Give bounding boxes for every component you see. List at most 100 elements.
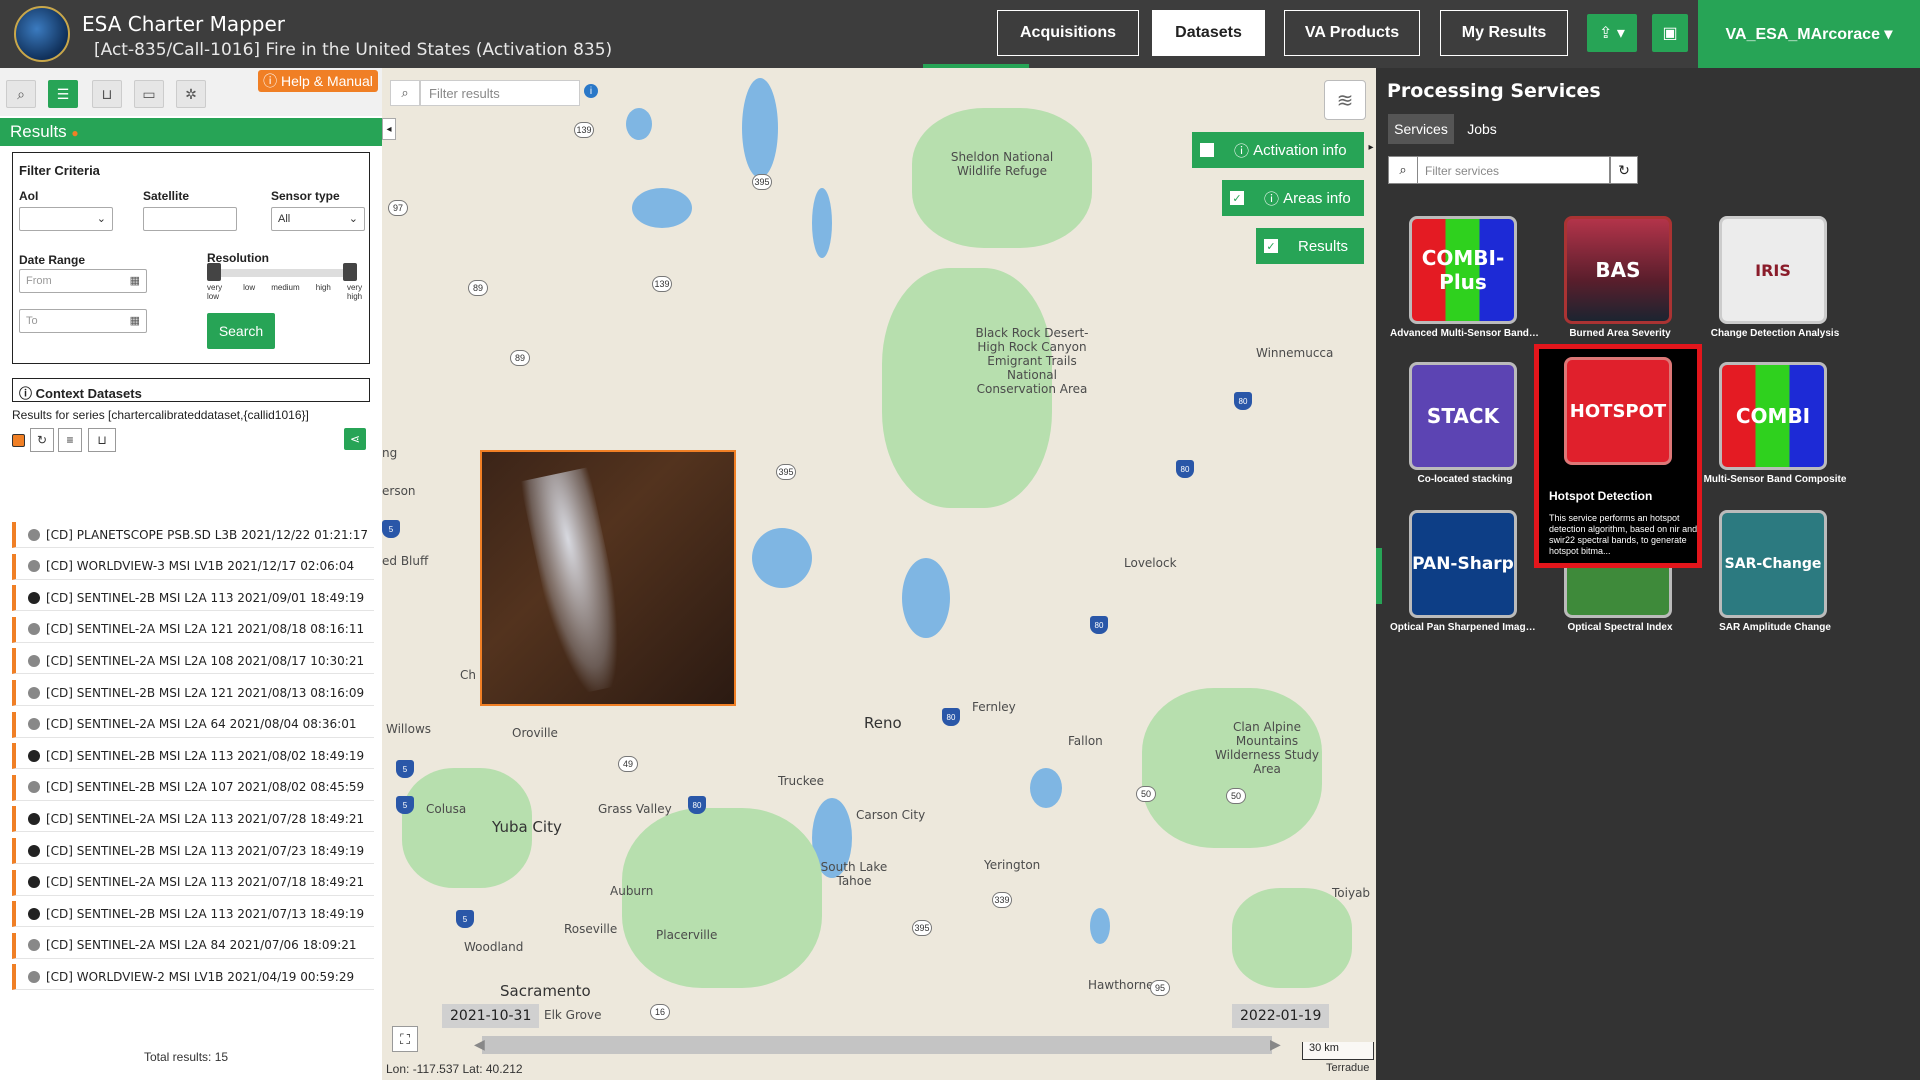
list-view-icon[interactable]: ≡ (58, 428, 82, 452)
activation-info-button[interactable]: ⓘ Activation info (1222, 132, 1364, 168)
tab-services[interactable]: Services (1388, 114, 1454, 144)
results-layer-button[interactable]: Results (1286, 228, 1364, 264)
lake (902, 558, 950, 638)
list-item[interactable]: [CD] SENTINEL-2B MSI L2A 113 2021/07/23 … (12, 838, 374, 864)
list-item[interactable]: [CD] SENTINEL-2A MSI L2A 113 2021/07/18 … (12, 869, 374, 896)
timeline-left-handle[interactable]: ◀ (474, 1036, 485, 1053)
refresh-icon[interactable]: ↻ (1610, 156, 1638, 184)
list-item[interactable]: [CD] SENTINEL-2A MSI L2A 64 2021/08/04 0… (12, 711, 374, 738)
nav-acquisitions[interactable]: Acquisitions (997, 10, 1139, 56)
nav-datasets[interactable]: Datasets (1152, 10, 1265, 56)
service-hotspot-popup[interactable]: HOTSPOT Hotspot Detection This service p… (1534, 344, 1702, 568)
layers-icon[interactable]: ≋ (1324, 80, 1366, 120)
service-sar-change[interactable]: SAR-Change SAR Amplitude Change (1700, 510, 1850, 650)
briefcase-icon[interactable]: ▣ (1652, 14, 1688, 52)
list-item[interactable]: [CD] SENTINEL-2B MSI L2A 121 2021/08/13 … (12, 680, 374, 706)
select-all-checkbox[interactable] (12, 434, 25, 447)
map-label: Carson City (856, 808, 926, 822)
service-bas[interactable]: BAS Burned Area Severity (1545, 216, 1695, 356)
service-combi[interactable]: COMBI Multi-Sensor Band Composite (1700, 362, 1850, 502)
timeline-slider[interactable] (482, 1036, 1272, 1054)
basket-add-icon[interactable]: ⊔ (88, 428, 116, 452)
map-label: Fernley (972, 700, 1016, 714)
nav-va-products[interactable]: VA Products (1284, 10, 1420, 56)
list-item[interactable]: [CD] WORLDVIEW-3 MSI LV1B 2021/12/17 02:… (12, 553, 374, 580)
tool-strip: ⌕ ☰ ⊔ ▭ ✲ ⓘ Help & Manual (0, 68, 382, 116)
map-label: Yerington (984, 858, 1041, 872)
park-area (622, 808, 822, 988)
basket-icon[interactable]: ⊔ (92, 80, 122, 108)
aoi-select[interactable]: ⌄ (19, 207, 113, 231)
info-icon[interactable]: i (584, 84, 598, 98)
esa-charter-logo[interactable] (14, 6, 70, 62)
globe-icon (28, 686, 40, 699)
tab-jobs[interactable]: Jobs (1458, 114, 1506, 144)
refresh-icon[interactable]: ↻ (30, 428, 54, 452)
map-view[interactable]: Sheldon National Wildlife Refuge Black R… (382, 68, 1376, 1080)
nav-my-results[interactable]: My Results (1440, 10, 1568, 56)
checkbox[interactable] (1200, 143, 1214, 157)
help-manual-button[interactable]: ⓘ Help & Manual (258, 70, 378, 92)
upload-icon[interactable]: ⇪ ▾ (1587, 14, 1637, 52)
service-iris[interactable]: IRIS Change Detection Analysis (1700, 216, 1850, 356)
list-item[interactable]: [CD] SENTINEL-2B MSI L2A 113 2021/08/02 … (12, 743, 374, 770)
service-pan-sharp[interactable]: PAN-Sharp Optical Pan Sharpened Image ..… (1390, 510, 1540, 650)
archive-icon[interactable]: ▭ (134, 80, 164, 108)
globe-icon (28, 876, 40, 889)
service-stack[interactable]: STACK Co-located stacking (1390, 362, 1540, 502)
list-item[interactable]: [CD] SENTINEL-2A MSI L2A 113 2021/07/28 … (12, 806, 374, 833)
list-item-label: [CD] SENTINEL-2B MSI L2A 113 2021/08/02 … (46, 748, 365, 763)
list-item[interactable]: [CD] SENTINEL-2A MSI L2A 121 2021/08/18 … (12, 616, 374, 643)
satellite-image-footprint[interactable] (480, 450, 736, 706)
collapse-right-icon[interactable]: ▸ (1366, 136, 1376, 158)
timeline-right-handle[interactable]: ▶ (1270, 1036, 1281, 1053)
sensor-type-label: Sensor type (271, 189, 340, 203)
list-item[interactable]: [CD] SENTINEL-2B MSI L2A 113 2021/09/01 … (12, 585, 374, 612)
list-item[interactable]: [CD] SENTINEL-2A MSI L2A 84 2021/07/06 1… (12, 932, 374, 959)
satellite-input[interactable] (143, 207, 237, 231)
calendar-icon[interactable]: ▦ (130, 274, 140, 287)
map-label: Willows (386, 722, 432, 736)
gear-icon[interactable]: ✲ (176, 80, 206, 108)
list-item[interactable]: [CD] SENTINEL-2B MSI L2A 113 2021/07/13 … (12, 901, 374, 928)
help-icon[interactable]: ● (71, 126, 78, 140)
checkbox-checked[interactable]: ✓ (1264, 239, 1278, 253)
search-icon[interactable]: ⌕ (6, 80, 36, 108)
context-datasets-header[interactable]: ⓘ Context Datasets (12, 378, 370, 402)
areas-info-button[interactable]: ⓘ Areas info (1252, 180, 1364, 216)
search-button[interactable]: Search (207, 313, 275, 349)
sensor-type-select[interactable]: All ⌄ (271, 207, 365, 231)
search-icon[interactable]: ⌕ (390, 80, 420, 106)
service-label: Optical Spectral Index (1567, 622, 1673, 633)
calendar-icon[interactable]: ▦ (130, 314, 140, 327)
list-icon[interactable]: ☰ (48, 80, 78, 108)
share-icon[interactable]: ⋖ (344, 428, 366, 450)
fullscreen-icon[interactable]: ⛶ (392, 1026, 418, 1052)
map-attribution[interactable]: Terradue (1326, 1062, 1369, 1074)
list-item[interactable]: [CD] PLANETSCOPE PSB.SD L3B 2021/12/22 0… (12, 522, 374, 548)
route-shield: 49 (618, 756, 638, 772)
results-toggle[interactable]: ✓ (1256, 228, 1286, 264)
date-from-input[interactable]: From ▦ (19, 269, 147, 293)
list-item[interactable]: [CD] SENTINEL-2A MSI L2A 108 2021/08/17 … (12, 648, 374, 675)
results-header: Results ● (0, 118, 382, 146)
services-filter-input[interactable]: Filter services (1388, 156, 1610, 184)
service-combi-plus[interactable]: COMBI-Plus Advanced Multi-Sensor Band C.… (1390, 216, 1540, 356)
map-label: Sheldon National Wildlife Refuge (950, 150, 1054, 178)
list-item[interactable]: [CD] WORLDVIEW-2 MSI LV1B 2021/04/19 00:… (12, 964, 374, 991)
activation-info-toggle[interactable] (1192, 132, 1222, 168)
user-menu[interactable]: VA_ESA_MArcorace ▾ (1698, 0, 1920, 68)
map-filter-input[interactable]: Filter results (420, 80, 580, 106)
areas-info-toggle[interactable]: ✓ (1222, 180, 1252, 216)
top-bar: ESA Charter Mapper [Act-835/Call-1016] F… (0, 0, 1920, 68)
series-label: Results for series [chartercalibrateddat… (12, 408, 309, 422)
map-label: Colusa (426, 802, 467, 816)
panel-tab-handle[interactable] (1376, 548, 1382, 604)
resolution-handle-min[interactable] (207, 263, 221, 281)
resolution-slider[interactable] (207, 269, 357, 277)
date-to-input[interactable]: To ▦ (19, 309, 147, 333)
collapse-left-icon[interactable]: ◂ (382, 118, 396, 140)
checkbox-checked[interactable]: ✓ (1230, 191, 1244, 205)
list-item[interactable]: [CD] SENTINEL-2B MSI L2A 107 2021/08/02 … (12, 774, 374, 801)
resolution-handle-max[interactable] (343, 263, 357, 281)
